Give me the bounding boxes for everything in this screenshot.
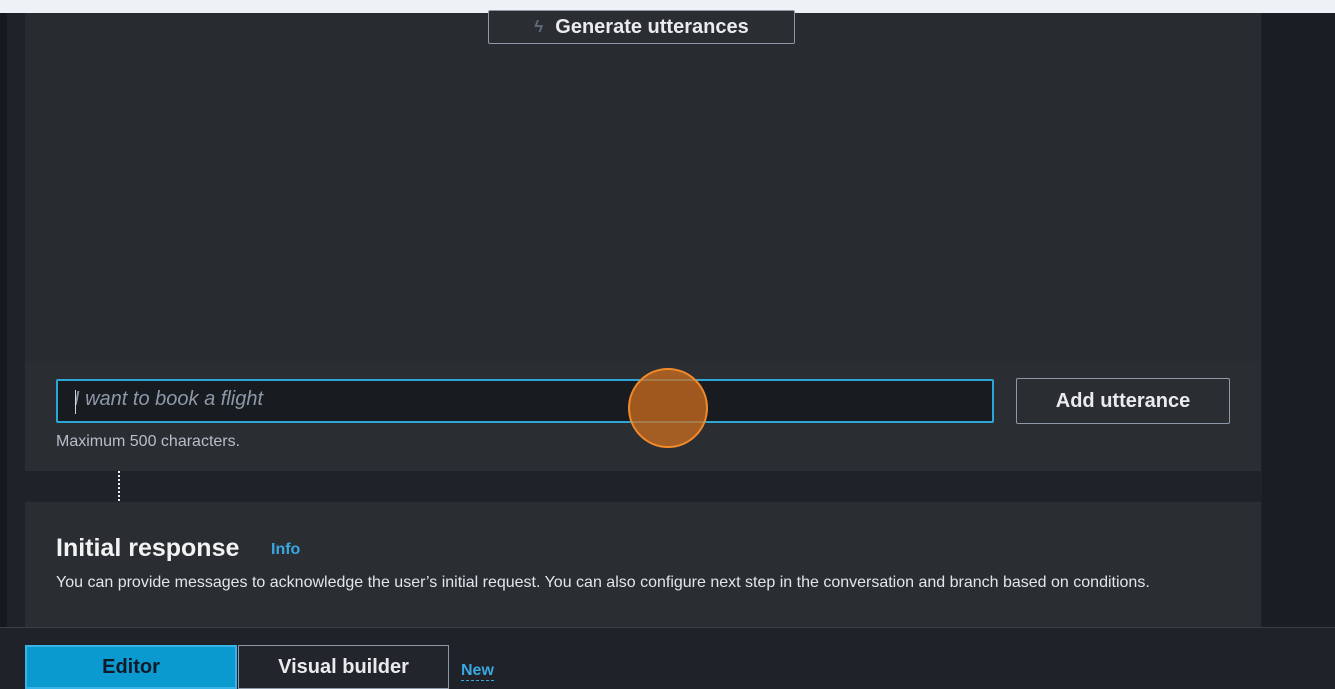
tab-editor[interactable]: Editor (25, 645, 237, 689)
add-utterance-button[interactable]: Add utterance (1016, 378, 1230, 424)
view-mode-bar: Editor Visual builder New (0, 627, 1335, 689)
tab-visual-builder[interactable]: Visual builder (238, 645, 449, 689)
generate-utterances-label: Generate utterances (555, 15, 749, 38)
lightning-icon: ϟ (534, 17, 544, 36)
click-indicator (628, 368, 708, 448)
flow-connector (118, 471, 120, 501)
text-caret (75, 390, 76, 414)
utterance-list: ϟ Generate utterances (25, 10, 1261, 362)
info-link[interactable]: Info (271, 541, 300, 559)
left-strip (0, 13, 7, 686)
new-badge: New (461, 662, 494, 681)
initial-response-panel: Initial response Info You can provide me… (25, 502, 1261, 632)
right-gutter (1262, 13, 1335, 686)
utterance-input[interactable]: I want to book a flight (56, 379, 994, 423)
generate-utterances-button[interactable]: ϟ Generate utterances (488, 10, 795, 44)
initial-response-description: You can provide messages to acknowledge … (56, 574, 1150, 591)
initial-response-title: Initial response (56, 534, 240, 562)
utterance-input-placeholder: I want to book a flight (74, 388, 264, 410)
character-limit-hint: Maximum 500 characters. (56, 433, 241, 450)
